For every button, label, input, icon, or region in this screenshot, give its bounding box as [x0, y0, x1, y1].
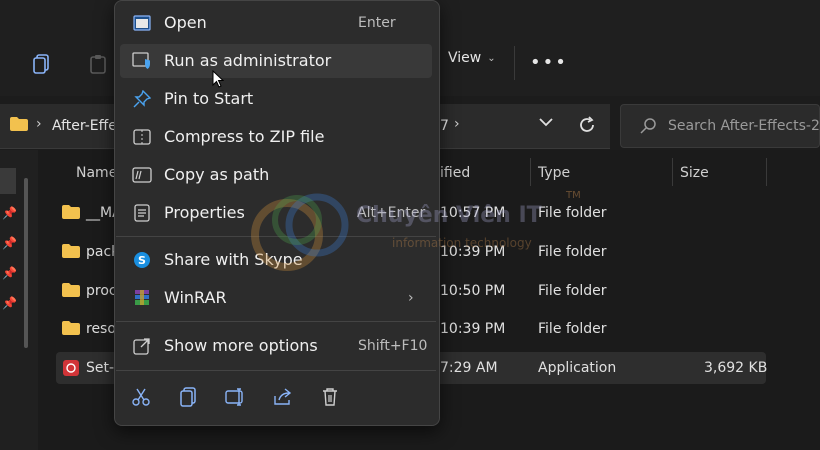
menu-item-label: Run as administrator	[164, 51, 332, 70]
winrar-icon	[132, 288, 152, 308]
file-type: File folder	[538, 321, 607, 337]
file-type: File folder	[538, 205, 607, 221]
column-divider[interactable]	[530, 158, 531, 186]
refresh-icon[interactable]	[578, 116, 596, 138]
file-name[interactable]: proc	[86, 283, 117, 299]
menu-item-shortcut: Shift+F10	[358, 338, 428, 354]
view-label: View	[448, 50, 482, 66]
paste-icon[interactable]	[84, 50, 112, 78]
folder-icon	[62, 321, 80, 339]
delete-icon[interactable]	[319, 386, 341, 408]
sidebar-selected-item[interactable]	[0, 168, 16, 194]
watermark-logo	[242, 175, 362, 295]
cut-icon[interactable]	[130, 386, 152, 408]
column-divider[interactable]	[672, 158, 673, 186]
watermark-subtitle: information technology	[392, 236, 532, 250]
svg-text:S: S	[138, 254, 146, 267]
watermark-trademark: TM	[566, 190, 581, 201]
column-divider[interactable]	[766, 158, 767, 186]
shield-window-icon	[132, 51, 152, 71]
file-type: File folder	[538, 244, 607, 260]
watermark-title: Chuyên Viên IT	[356, 203, 542, 228]
menu-item-label: Pin to Start	[164, 89, 254, 108]
history-dropdown-icon[interactable]	[538, 116, 554, 132]
folder-icon	[62, 205, 80, 223]
pin-icon: 📌	[2, 236, 17, 250]
column-header-name[interactable]: Name	[76, 165, 117, 181]
pin-icon	[132, 89, 152, 109]
search-placeholder: Search After-Effects-201	[668, 118, 820, 134]
menu-item-label: Show more options	[164, 336, 318, 355]
copy-path-icon	[132, 165, 152, 185]
menu-item-label: Properties	[164, 203, 245, 222]
toolbar-divider	[514, 46, 515, 80]
breadcrumb-path-start[interactable]: After-Effe	[52, 118, 117, 134]
chevron-down-icon: ⌄	[487, 52, 496, 64]
menu-item-label: WinRAR	[164, 288, 227, 307]
column-header-modified[interactable]: ified	[440, 165, 470, 181]
more-options-button[interactable]: •••	[530, 52, 568, 73]
file-size: 3,692 KB	[704, 360, 768, 376]
breadcrumb-path-end[interactable]: 7	[440, 118, 449, 134]
zip-folder-icon	[132, 127, 152, 147]
properties-icon	[132, 203, 152, 223]
view-button[interactable]: View ⌄	[448, 50, 496, 66]
file-name[interactable]: reso	[86, 321, 116, 337]
file-name[interactable]: Set-	[86, 360, 114, 376]
menu-item-label: Compress to ZIP file	[164, 127, 325, 146]
application-icon	[62, 359, 80, 381]
copy-icon[interactable]	[178, 386, 200, 408]
show-more-icon	[132, 336, 152, 356]
folder-icon	[62, 244, 80, 262]
copy-icon[interactable]	[28, 50, 56, 78]
pin-icon: 📌	[2, 266, 17, 280]
rename-icon[interactable]	[225, 386, 247, 408]
mouse-cursor-icon	[212, 69, 225, 92]
open-window-icon	[132, 13, 152, 33]
file-date: 10:39 PM	[440, 321, 506, 337]
sidebar-scrollbar[interactable]	[24, 178, 28, 348]
folder-icon	[10, 117, 28, 135]
pin-icon: 📌	[2, 296, 17, 310]
file-type: Application	[538, 360, 617, 376]
column-header-size[interactable]: Size	[680, 165, 709, 181]
submenu-chevron-icon: ›	[408, 290, 414, 306]
file-type: File folder	[538, 283, 607, 299]
file-date: 7:29 AM	[440, 360, 498, 376]
menu-separator	[116, 321, 436, 322]
search-icon	[640, 118, 656, 138]
pin-icon: 📌	[2, 206, 17, 220]
share-icon[interactable]	[272, 386, 294, 408]
skype-icon: S	[132, 250, 152, 270]
file-date: 10:50 PM	[440, 283, 506, 299]
menu-item-label: Open	[164, 13, 207, 32]
column-header-type[interactable]: Type	[538, 165, 570, 181]
breadcrumb-chevron-icon[interactable]: ›	[36, 116, 42, 132]
menu-item-shortcut: Enter	[358, 15, 396, 31]
folder-icon	[62, 283, 80, 301]
menu-separator	[116, 370, 436, 371]
breadcrumb-chevron-icon[interactable]: ›	[454, 116, 460, 132]
